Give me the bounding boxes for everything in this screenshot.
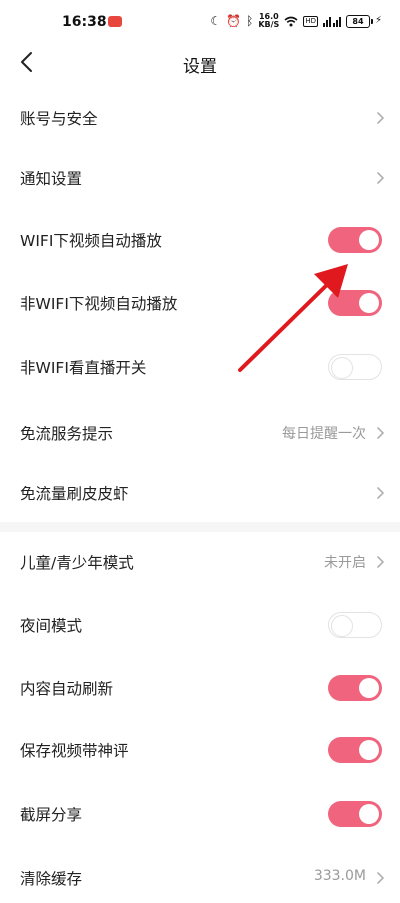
notification-app-icon: [108, 16, 122, 27]
settings-row-label: 儿童/青少年模式: [20, 554, 134, 572]
settings-row-value: 每日提醒一次: [282, 426, 366, 442]
chevron-right-icon: [377, 872, 384, 884]
settings-row-label: WIFI下视频自动播放: [20, 232, 162, 250]
settings-row-label: 内容自动刷新: [20, 680, 114, 698]
toggle-switch[interactable]: [328, 290, 382, 316]
settings-row-label: 保存视频带神评: [20, 742, 129, 760]
settings-row[interactable]: 免流服务提示 每日提醒一次: [0, 408, 400, 458]
settings-row-label: 免流量刷皮皮虾: [20, 485, 129, 503]
toggle-knob: [331, 614, 353, 637]
settings-row[interactable]: 清除缓存 333.0M: [0, 853, 400, 903]
toggle-knob: [331, 356, 353, 379]
chevron-right-icon: [377, 487, 384, 499]
settings-row-value: 333.0M: [313, 868, 366, 884]
toggle-switch[interactable]: [328, 612, 382, 638]
settings-row[interactable]: 账号与安全: [0, 93, 400, 143]
toggle-knob: [359, 678, 379, 698]
settings-row-value: 未开启: [324, 555, 366, 571]
settings-row[interactable]: 内容自动刷新: [0, 663, 400, 713]
toggle-switch[interactable]: [328, 675, 382, 701]
settings-row[interactable]: 免流量刷皮皮虾: [0, 468, 400, 518]
settings-row[interactable]: 通知设置: [0, 153, 400, 203]
settings-row-label: 非WIFI下视频自动播放: [20, 295, 178, 313]
charging-icon: ⚡: [374, 15, 382, 26]
settings-row[interactable]: 非WIFI看直播开关: [0, 342, 400, 392]
moon-icon: ☾: [210, 14, 222, 28]
toggle-switch[interactable]: [328, 227, 382, 253]
settings-row-label: 账号与安全: [20, 110, 98, 128]
toggle-switch[interactable]: [328, 737, 382, 763]
settings-row-label: 非WIFI看直播开关: [20, 359, 147, 377]
toggle-switch[interactable]: [328, 801, 382, 827]
settings-row-label: 夜间模式: [20, 617, 83, 635]
net-speed-unit: KB/S: [258, 20, 280, 29]
settings-row[interactable]: 非WIFI下视频自动播放: [0, 278, 400, 328]
settings-row-label: 清除缓存: [20, 870, 83, 888]
toggle-knob: [359, 804, 379, 824]
settings-row-label: 截屏分享: [20, 806, 83, 824]
signal-icon: [322, 17, 341, 27]
status-bar: 16:38 ☾ ⏰ ᛒ 16.0 KB/S HD 84 ⚡: [0, 0, 400, 44]
settings-row[interactable]: 截屏分享: [0, 789, 400, 839]
bluetooth-icon: ᛒ: [246, 14, 254, 28]
battery-icon: 84: [345, 14, 373, 28]
page-header: 设置: [0, 44, 400, 80]
settings-row[interactable]: WIFI下视频自动播放: [0, 215, 400, 265]
settings-row[interactable]: 保存视频带神评: [0, 725, 400, 775]
settings-row-label: 通知设置: [20, 170, 83, 188]
toggle-knob: [359, 740, 379, 760]
status-time: 16:38: [62, 14, 107, 30]
toggle-switch[interactable]: [328, 354, 382, 380]
chevron-right-icon: [377, 427, 384, 439]
toggle-knob: [359, 230, 379, 250]
settings-row[interactable]: 儿童/青少年模式 未开启: [0, 537, 400, 587]
wifi-icon: [284, 16, 298, 26]
chevron-right-icon: [377, 112, 384, 124]
settings-row[interactable]: 夜间模式: [0, 600, 400, 650]
toggle-knob: [359, 293, 379, 313]
chevron-right-icon: [377, 172, 384, 184]
chevron-right-icon: [377, 556, 384, 568]
section-divider: [0, 522, 400, 532]
settings-row-label: 免流服务提示: [20, 425, 114, 443]
network-speed: 16.0 KB/S: [258, 13, 279, 29]
status-icons: ☾ ⏰ ᛒ 16.0 KB/S HD 84 ⚡: [210, 13, 382, 29]
page-title: 设置: [183, 57, 217, 77]
alarm-icon: ⏰: [226, 14, 242, 28]
battery-level: 84: [352, 16, 364, 26]
hd-icon: HD: [303, 15, 318, 27]
